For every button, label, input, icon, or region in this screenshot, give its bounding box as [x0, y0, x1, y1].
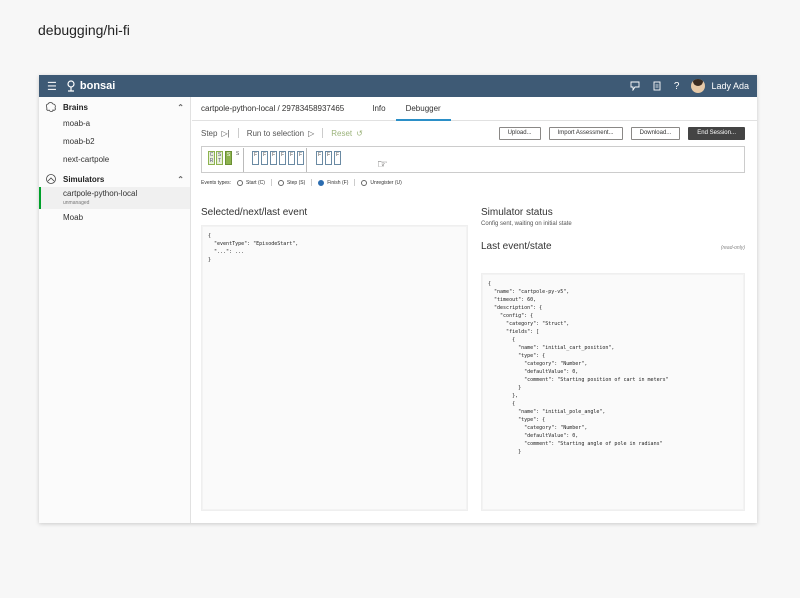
simulator-status-title: Simulator status — [481, 207, 553, 218]
feedback-icon[interactable] — [630, 81, 640, 91]
timeline-marker — [243, 148, 244, 172]
legend-unregister[interactable]: Unregister (U) — [361, 179, 402, 186]
end-session-button[interactable]: End Session... — [688, 126, 745, 140]
hand-cursor-icon: ☞ — [377, 157, 388, 171]
legend-label: Events types: — [201, 179, 232, 186]
read-only-label: (read-only) — [720, 245, 745, 251]
simulator-panel: Simulator status Config sent, waiting on… — [481, 207, 745, 511]
chevron-up-icon[interactable]: ⌃ — [177, 175, 184, 184]
sidebar-item-moab-a[interactable]: moab-a — [39, 115, 190, 133]
last-event-title: Last event/state — [481, 241, 552, 252]
legend-step[interactable]: Step (S) — [277, 179, 306, 186]
app-window: ☰ bonsai ? Lady Ada Brains ⌃ moab-a moab… — [39, 75, 757, 523]
step-icon: ▷| — [221, 128, 230, 138]
legend-start[interactable]: Start (C) — [237, 179, 265, 186]
step-button[interactable]: Step ▷| — [201, 129, 230, 138]
divider — [311, 179, 313, 186]
reset-label: Reset — [331, 128, 353, 138]
simulator-icon — [46, 174, 56, 184]
sidebar-item-next-cartpole[interactable]: next-cartpole — [39, 151, 190, 169]
debug-toolbar: Step ▷| Run to selection ▷ Reset ↺ Uploa… — [192, 123, 757, 143]
user-name[interactable]: Lady Ada — [711, 81, 749, 91]
timeline-event[interactable]: F — [325, 151, 332, 165]
timeline-event[interactable]: S T — [216, 151, 223, 165]
selected-event-panel: Selected/next/last event { "eventType": … — [201, 207, 468, 511]
document-icon[interactable] — [652, 81, 662, 91]
sidebar-item-cartpole-python-local[interactable]: cartpole-python-local unmanaged — [39, 187, 190, 209]
sidebar-item-label: cartpole-python-local — [63, 189, 138, 198]
sidebar-item-moab[interactable]: Moab — [39, 209, 190, 227]
sidebar-brains-label: Brains — [63, 102, 88, 112]
top-bar: ☰ bonsai ? Lady Ada — [39, 75, 757, 97]
import-assessment-button[interactable]: Import Assessment... — [548, 126, 623, 140]
play-icon: ▷ — [308, 128, 315, 138]
timeline-event[interactable]: F — [279, 151, 286, 165]
divider — [237, 128, 239, 138]
brain-icon — [45, 102, 56, 112]
last-event-code: { "name": "cartpole-py-v5", "timeout": 6… — [481, 273, 745, 511]
timeline-event[interactable]: C R — [208, 151, 215, 165]
legend-finish-label: Finish (F) — [327, 179, 349, 186]
chevron-up-icon[interactable]: ⌃ — [177, 103, 184, 112]
timeline-event[interactable]: S — [234, 151, 241, 165]
help-icon[interactable]: ? — [674, 81, 680, 92]
simulator-status-text: Config sent, waiting on initial state — [481, 221, 572, 227]
run-to-selection-button[interactable]: Run to selection ▷ — [247, 129, 315, 138]
divider — [354, 179, 356, 186]
bonsai-logo-icon — [67, 80, 75, 92]
radio-icon — [237, 179, 244, 186]
menu-icon[interactable]: ☰ — [47, 80, 57, 93]
sidebar-item-sublabel: unmanaged — [63, 200, 90, 206]
reset-button[interactable]: Reset ↺ — [331, 129, 363, 138]
main-content: cartpole-python-local / 29783458937465 I… — [192, 97, 757, 523]
event-timeline[interactable]: C R S T S S F F F F F F F F F — [201, 146, 745, 173]
timeline-event[interactable]: F — [252, 151, 259, 165]
timeline-marker — [306, 148, 307, 172]
page-caption: debugging/hi-fi — [38, 22, 130, 38]
sidebar-section-simulators[interactable]: Simulators ⌃ — [39, 171, 190, 187]
radio-icon — [277, 179, 284, 186]
selected-event-title: Selected/next/last event — [201, 207, 308, 218]
breadcrumb: cartpole-python-local / 29783458937465 — [201, 104, 345, 113]
download-button[interactable]: Download... — [630, 126, 681, 140]
event-types-legend: Events types: Start (C) Step (S) Finish … — [201, 179, 757, 186]
tab-debugger[interactable]: Debugger — [395, 97, 451, 121]
tab-info[interactable]: Info — [362, 97, 395, 121]
timeline-event[interactable]: S — [225, 151, 232, 165]
step-label: Step — [201, 128, 218, 138]
legend-unregister-label: Unregister (U) — [370, 179, 402, 186]
legend-step-label: Step (S) — [286, 179, 306, 186]
timeline-event[interactable]: F — [288, 151, 295, 165]
brand[interactable]: bonsai — [65, 80, 115, 92]
sidebar-simulators-label: Simulators — [63, 174, 105, 184]
divider — [270, 179, 272, 186]
header-bar: cartpole-python-local / 29783458937465 I… — [192, 97, 757, 121]
sidebar-section-brains[interactable]: Brains ⌃ — [39, 99, 190, 115]
last-event-header: Last event/state (read-only) — [481, 241, 745, 258]
timeline-event[interactable]: F — [297, 151, 304, 165]
brand-name: bonsai — [79, 80, 116, 92]
sidebar-item-moab-b2[interactable]: moab-b2 — [39, 133, 190, 151]
radio-selected-icon — [318, 179, 325, 186]
timeline-event[interactable]: F — [270, 151, 277, 165]
reset-icon: ↺ — [356, 128, 363, 138]
selected-event-code[interactable]: { "eventType": "EpisodeStart", "...": ..… — [201, 225, 468, 511]
radio-icon — [361, 179, 368, 186]
timeline-event[interactable]: F — [334, 151, 341, 165]
sidebar: Brains ⌃ moab-a moab-b2 next-cartpole Si… — [39, 97, 191, 523]
upload-button[interactable]: Upload... — [498, 126, 541, 140]
avatar[interactable] — [691, 79, 706, 93]
timeline-event[interactable]: F — [316, 151, 323, 165]
legend-finish[interactable]: Finish (F) — [318, 179, 349, 186]
legend-start-label: Start (C) — [246, 179, 265, 186]
timeline-event[interactable]: F — [261, 151, 268, 165]
run-to-selection-label: Run to selection — [246, 128, 305, 138]
divider — [322, 128, 324, 138]
